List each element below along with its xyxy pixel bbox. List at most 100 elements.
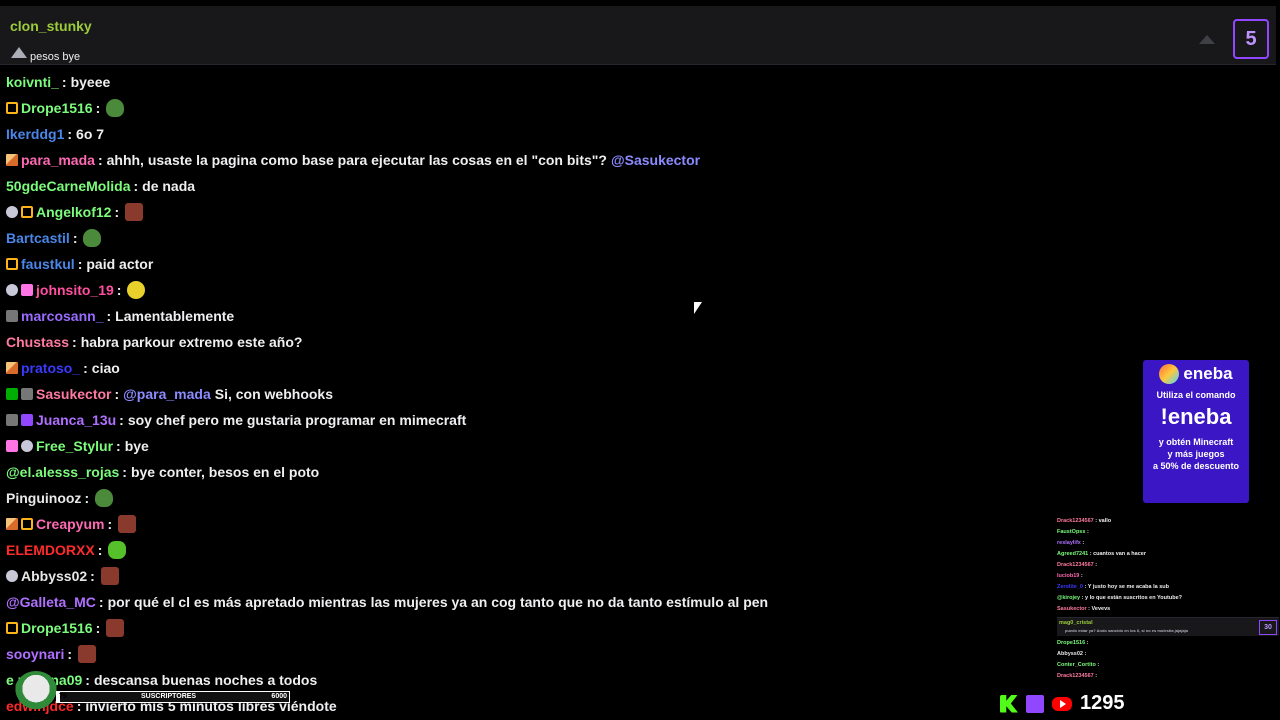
chat-username[interactable]: 50gdeCarneMolida xyxy=(6,173,130,199)
mini-chat-separator: : xyxy=(1079,573,1083,579)
chat-username[interactable]: @Galleta_MC xyxy=(6,589,96,615)
youtube-icon xyxy=(1052,696,1072,711)
crown-badge-icon[interactable] xyxy=(6,258,18,270)
crown-badge-icon[interactable] xyxy=(21,518,33,530)
chat-row: sooynari: xyxy=(6,641,97,667)
chat-mention[interactable]: @para_mada xyxy=(123,381,211,407)
pinned-message: clon_stunky pesos bye 5 xyxy=(0,6,1276,65)
chat-username[interactable]: sooynari xyxy=(6,641,64,667)
pinned-count[interactable]: 5 xyxy=(1233,19,1269,59)
chat-text: por qué el cl es más apretado mientras l… xyxy=(107,594,769,610)
chat-row: Juanca_13u: soy chef pero me gustaria pro… xyxy=(6,407,466,433)
chat-username[interactable]: koivnti_ xyxy=(6,69,59,95)
mini-pinned: mag0_cristal puedo estar ya? Ando sancid… xyxy=(1057,617,1279,636)
chat-text: paid actor xyxy=(86,256,154,272)
chat-username[interactable]: para_mada xyxy=(21,147,95,173)
chat-row: para_mada: ahhh, usaste la pagina como ba… xyxy=(6,147,704,173)
frog-emote-icon xyxy=(106,99,125,117)
ad-offer: y obtén Minecraft y más juegos a 50% de … xyxy=(1143,436,1249,472)
collapse-icon[interactable] xyxy=(1199,35,1215,44)
chat-username[interactable]: pratoso_ xyxy=(21,355,80,381)
mini-chat-username: Conter_Cortito xyxy=(1057,662,1096,668)
pinned-user[interactable]: clon_stunky xyxy=(10,18,92,34)
reply-arrow-icon xyxy=(11,47,27,58)
chat-username[interactable]: Drope1516 xyxy=(21,95,93,121)
chat-row: Chustass: habra parkour extremo este año? xyxy=(6,329,302,355)
chat-separator: : xyxy=(97,542,103,558)
white-badge-icon[interactable] xyxy=(21,440,33,452)
chat-username[interactable]: Bartcastil xyxy=(6,225,70,251)
chat-username[interactable]: @el.alesss_rojas xyxy=(6,459,119,485)
frog-emote-icon xyxy=(95,489,114,507)
chat-username[interactable]: Chustass xyxy=(6,329,69,355)
subs-goal: 79 SUSCRIPTORES 6000 xyxy=(10,671,290,719)
chat-separator: : xyxy=(119,412,124,428)
chat-mention[interactable]: @Sasukector xyxy=(611,147,700,173)
mouse-cursor-icon xyxy=(694,302,702,314)
purple-badge-icon[interactable] xyxy=(21,414,33,426)
ad-command: !eneba xyxy=(1160,404,1232,429)
gray-badge-icon[interactable] xyxy=(6,414,18,426)
chat-row: koivnti_: byeee xyxy=(6,69,110,95)
white-badge-icon[interactable] xyxy=(6,206,18,218)
heart-badge-icon[interactable] xyxy=(21,284,33,296)
pencil-badge-icon[interactable] xyxy=(6,154,18,166)
chat-row: 50gdeCarneMolida: de nada xyxy=(6,173,195,199)
chat-separator: : xyxy=(77,256,83,272)
chat-username[interactable]: johnsito_19 xyxy=(36,277,114,303)
chat-username[interactable]: Pinguinooz xyxy=(6,485,81,511)
mini-chat-text: y lo que están suscritos en Youtube? xyxy=(1085,595,1182,601)
mini-chat-text: Vevevs xyxy=(1091,606,1111,612)
white-badge-icon[interactable] xyxy=(6,284,18,296)
eneba-logo: eneba xyxy=(1143,364,1249,384)
mini-chat-separator: : xyxy=(1095,662,1100,668)
chat-row: @el.alesss_rojas: bye conter, besos en el… xyxy=(6,459,319,485)
chat-row: johnsito_19: xyxy=(6,277,146,303)
mini-chat-row: @kirojey : y lo que están suscritos en Y… xyxy=(1057,593,1279,604)
mini-chat-username: FaustOpss xyxy=(1057,529,1086,535)
chat-username[interactable]: Drope1516 xyxy=(21,615,93,641)
crown-badge-icon[interactable] xyxy=(6,622,18,634)
white-badge-icon[interactable] xyxy=(6,570,18,582)
chat-username[interactable]: Free_Stylur xyxy=(36,433,113,459)
mini-chat-separator: : xyxy=(1093,562,1098,568)
ad-line1: Utiliza el comando xyxy=(1156,390,1236,400)
chat-username[interactable]: ELEMDORXX xyxy=(6,537,95,563)
pinned-text: pesos bye xyxy=(30,51,81,63)
pencil-badge-icon[interactable] xyxy=(6,362,18,374)
mini-chat-row: Conter_Cortito : xyxy=(1057,660,1279,671)
chat-username[interactable]: Angelkof12 xyxy=(36,199,111,225)
chat-text: bye xyxy=(124,438,149,454)
mini-pinned-count: 30 xyxy=(1259,620,1277,635)
chat-username[interactable]: Juanca_13u xyxy=(36,407,116,433)
eneba-ad: eneba Utiliza el comando !eneba y obtén … xyxy=(1143,360,1249,503)
chat-username[interactable]: marcosann_ xyxy=(21,303,103,329)
chat-username[interactable]: faustkul xyxy=(21,251,75,277)
kick-icon xyxy=(1000,694,1018,713)
mini-chat-row: Abbyss02 : xyxy=(1057,649,1279,660)
chat-separator: : xyxy=(95,620,101,636)
chat-text: soy chef pero me gustaria programar en m… xyxy=(127,412,467,428)
mini-chat-username: Drope1516 xyxy=(1057,640,1086,646)
chat-text: de nada xyxy=(142,178,196,194)
heart-badge-icon[interactable] xyxy=(6,440,18,452)
check-badge-icon[interactable] xyxy=(6,388,18,400)
chat-username[interactable]: Ikerddg1 xyxy=(6,121,64,147)
gray-badge-icon[interactable] xyxy=(21,388,33,400)
gray-badge-icon[interactable] xyxy=(6,310,18,322)
chat-row: faustkul: paid actor xyxy=(6,251,153,277)
chat-username[interactable]: Sasukector xyxy=(36,381,111,407)
mini-chat-row: Zerolite_0 : Y justo hoy se me acaba la … xyxy=(1057,582,1279,593)
crown-badge-icon[interactable] xyxy=(21,206,33,218)
chat-row: Pinguinooz: xyxy=(6,485,114,511)
ad-line4: a 50% de descuento xyxy=(1152,461,1240,471)
mini-chat-row: Drack1234567 : vallo xyxy=(1057,516,1279,527)
pencil-badge-icon[interactable] xyxy=(6,518,18,530)
chat-row: Free_Stylur: bye xyxy=(6,433,149,459)
mini-chat-username: Zerolite_0 xyxy=(1057,584,1083,590)
mini-chat-separator: : xyxy=(1083,651,1087,657)
chat-username[interactable]: Creapyum xyxy=(36,511,104,537)
chat-username[interactable]: Abbyss02 xyxy=(21,563,87,589)
chat-separator: : xyxy=(90,568,95,584)
crown-badge-icon[interactable] xyxy=(6,102,18,114)
